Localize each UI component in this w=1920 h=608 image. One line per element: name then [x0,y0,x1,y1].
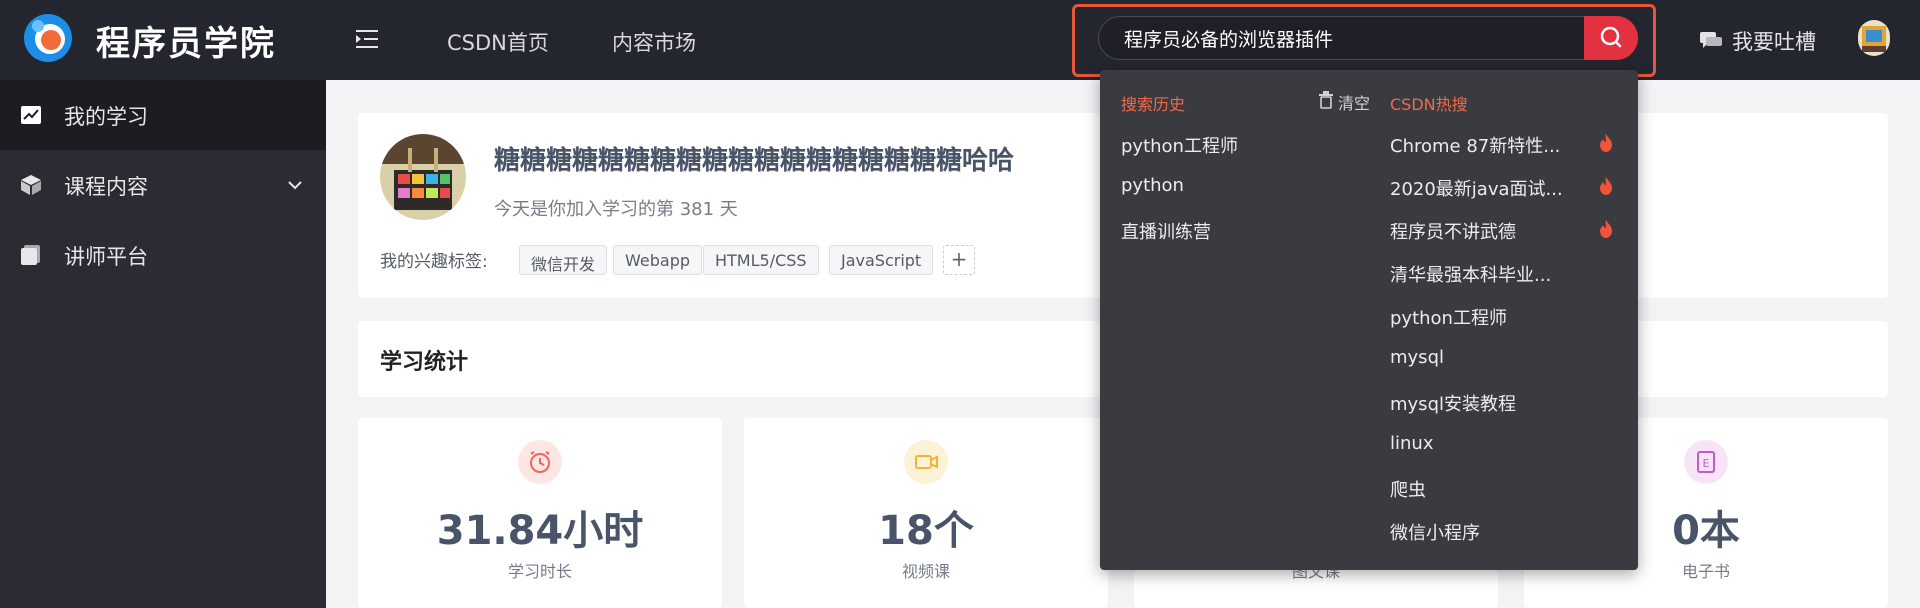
profile-avatar[interactable] [380,134,466,220]
stats-title: 学习统计 [380,350,469,375]
stat-card-video-courses[interactable]: 18个 视频课 [744,418,1108,608]
interest-tag[interactable]: Webapp [613,245,702,275]
fire-icon [1600,220,1612,238]
hot-search-item[interactable]: 程序员不讲武德 [1390,218,1568,244]
chart-icon [21,106,41,124]
interest-tag[interactable]: 微信开发 [519,245,608,275]
history-item[interactable]: python工程师 [1121,132,1238,158]
hot-search-item[interactable]: linux [1390,433,1568,454]
stat-value: 18个 [878,508,974,554]
user-avatar[interactable] [1858,20,1890,56]
stat-label: 学习时长 [507,562,572,581]
hot-search-item[interactable]: mysql [1390,347,1568,368]
avatar-image [1858,20,1890,56]
search-icon [1600,26,1622,48]
hot-search-item[interactable]: Chrome 87新特性... [1390,132,1568,158]
fire-icon [1600,134,1612,152]
chat-bubble-icon [1700,32,1722,48]
sidebar-item-label: 讲师平台 [64,245,148,269]
hot-search-item[interactable]: 2020最新java面试... [1390,175,1568,201]
ebook-icon: E [1684,440,1728,484]
sidebar-item-label: 我的学习 [64,105,148,129]
sidebar: 我的学习 课程内容 讲师平台 [0,80,326,608]
add-tag-button[interactable]: + [943,245,975,275]
stat-label: 视频课 [901,562,950,581]
hot-search-item[interactable]: 爬虫 [1390,476,1568,502]
interest-tags-label: 我的兴趣标签: [380,252,488,272]
join-days-text: 今天是你加入学习的第 381 天 [494,199,738,220]
history-item[interactable]: 直播训练营 [1121,218,1211,244]
sidebar-item-my-learning[interactable]: 我的学习 [0,80,326,150]
sidebar-item-instructor-platform[interactable]: 讲师平台 [0,220,326,290]
hot-search-item[interactable]: 微信小程序 [1390,519,1568,545]
profile-name: 糖糖糖糖糖糖糖糖糖糖糖糖糖糖糖糖糖糖哈哈 [494,146,1015,176]
nav-content-market[interactable]: 内容市场 [612,27,696,57]
stat-card-study-time[interactable]: 31.84小时 学习时长 [358,418,722,608]
logo-icon[interactable] [22,12,74,64]
hot-search-item[interactable]: 清华最强本科毕业... [1390,261,1568,287]
sidebar-item-label: 课程内容 [64,175,148,199]
video-icon [904,440,948,484]
interest-tag[interactable]: JavaScript [829,245,934,275]
hot-search-item[interactable]: mysql安装教程 [1390,390,1568,416]
hot-search-title: CSDN热搜 [1390,95,1468,114]
trash-icon [1319,91,1333,109]
document-icon [21,245,40,265]
svg-text:E: E [1703,457,1710,470]
logo-text[interactable]: 程序员学院 [96,16,276,65]
sidebar-item-course-content[interactable]: 课程内容 [0,150,326,220]
menu-toggle-icon[interactable] [356,28,380,50]
feedback-label: 我要吐槽 [1732,30,1816,54]
search-history-title: 搜索历史 [1121,95,1186,114]
profile-avatar-image [380,134,466,220]
hot-search-item[interactable]: python工程师 [1390,304,1568,330]
chevron-down-icon[interactable] [286,176,304,194]
cube-icon [21,175,41,195]
search-button[interactable] [1584,16,1638,60]
nav-csdn-home[interactable]: CSDN首页 [447,27,549,57]
alarm-clock-icon [518,440,562,484]
stat-value: 31.84小时 [436,508,644,554]
clear-history-label: 清空 [1338,94,1371,113]
search-input[interactable] [1120,16,1580,60]
top-header: 程序员学院 CSDN首页 内容市场 我要吐槽 [0,0,1920,80]
history-item[interactable]: python [1121,175,1184,196]
interest-tag[interactable]: HTML5/CSS [703,245,819,275]
fire-icon [1600,177,1612,195]
